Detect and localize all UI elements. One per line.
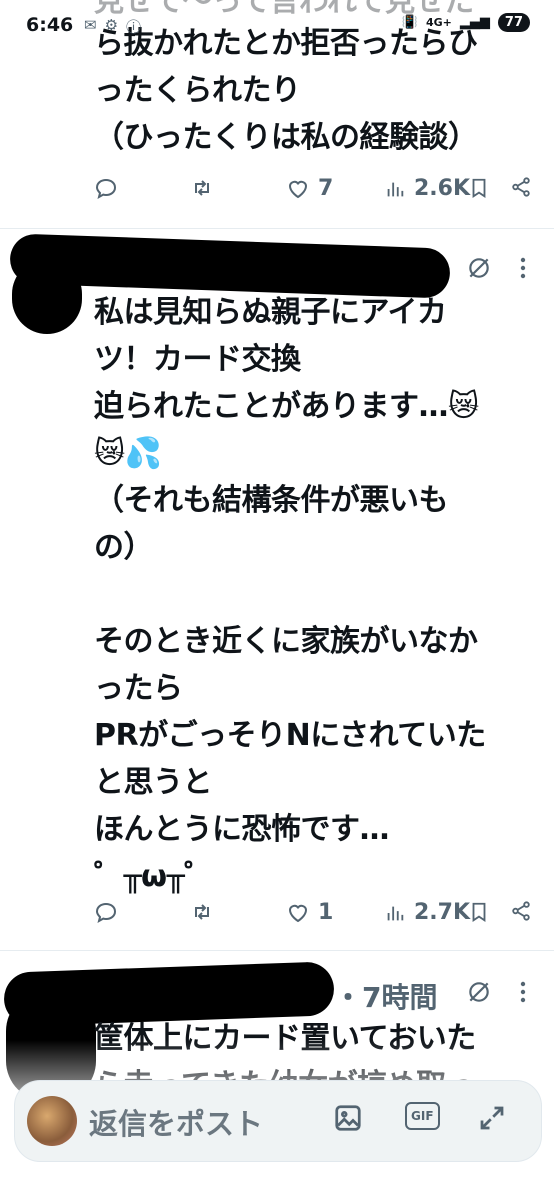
tweet-divider — [0, 228, 554, 229]
heart-icon — [288, 180, 308, 198]
tweet-divider — [0, 950, 554, 951]
bookmark-icon — [472, 902, 486, 922]
image-icon — [335, 1105, 361, 1131]
signal-icon: ▂▄▆ — [459, 15, 490, 30]
network-type: 4G+ — [426, 15, 452, 29]
reply-button[interactable] — [94, 900, 118, 924]
tweet-text: 私は見知らぬ親子にアイカ ツ！カード交換 迫られたことがあります…😿 😿💦 （そ… — [94, 295, 486, 894]
reply-input[interactable]: 返信をポスト — [89, 1101, 263, 1143]
views-icon — [387, 182, 404, 196]
status-bar: 6:46 ✉ ⚙ ⓘ 📳 4G+ ▂▄▆ 77 — [0, 0, 554, 44]
tweet-time: ・7時間 — [334, 981, 438, 1014]
like-count: 1 — [318, 900, 334, 925]
views-icon — [387, 906, 404, 920]
like-count: 7 — [318, 176, 334, 201]
bookmark-button[interactable] — [468, 176, 490, 200]
more-options-icon[interactable] — [518, 255, 528, 285]
reply-composer[interactable]: 返信をポスト GIF — [14, 1080, 542, 1162]
share-icon — [512, 901, 530, 921]
repost-icon — [195, 180, 209, 196]
reply-button[interactable] — [94, 176, 118, 200]
views-count: 2.6K — [414, 176, 471, 201]
expand-button[interactable] — [477, 1103, 507, 1137]
avatar — [27, 1096, 77, 1146]
like-button[interactable]: 7 — [286, 176, 333, 201]
views-count: 2.7K — [414, 900, 471, 925]
tweet-actions: 1 2.7K — [0, 900, 554, 940]
info-icon: ⓘ — [126, 18, 142, 36]
grok-icon[interactable] — [466, 979, 492, 1009]
system-status: 📳 4G+ ▂▄▆ 77 — [402, 13, 530, 32]
share-icon — [512, 177, 530, 197]
grok-icon[interactable] — [466, 255, 492, 285]
views-button[interactable]: 2.7K — [384, 900, 470, 925]
mail-icon: ✉ — [84, 16, 97, 34]
gif-icon: GIF — [405, 1102, 440, 1130]
reply-icon — [95, 178, 117, 200]
share-button[interactable] — [510, 900, 532, 922]
redacted-avatar — [12, 259, 82, 334]
like-button[interactable]: 1 — [286, 900, 333, 925]
more-options-icon[interactable] — [518, 979, 528, 1009]
settings-icon: ⚙ — [104, 16, 119, 34]
bookmark-button[interactable] — [468, 900, 490, 924]
expand-icon — [480, 1106, 504, 1130]
vibrate-icon: 📳 — [401, 15, 418, 30]
views-button[interactable]: 2.6K — [384, 176, 470, 201]
tweet-actions: 7 2.6K — [0, 176, 554, 216]
notification-icons: ✉ ⚙ ⓘ — [84, 16, 141, 37]
status-time: 6:46 — [26, 14, 74, 36]
image-button[interactable] — [333, 1103, 363, 1137]
repost-button[interactable] — [190, 176, 214, 200]
repost-button[interactable] — [190, 900, 214, 924]
battery-indicator: 77 — [497, 13, 530, 32]
share-button[interactable] — [510, 176, 532, 198]
repost-icon — [195, 904, 209, 920]
gif-button[interactable]: GIF — [405, 1102, 440, 1130]
heart-icon — [288, 904, 308, 922]
reply-icon — [95, 902, 117, 924]
bookmark-icon — [472, 178, 486, 198]
